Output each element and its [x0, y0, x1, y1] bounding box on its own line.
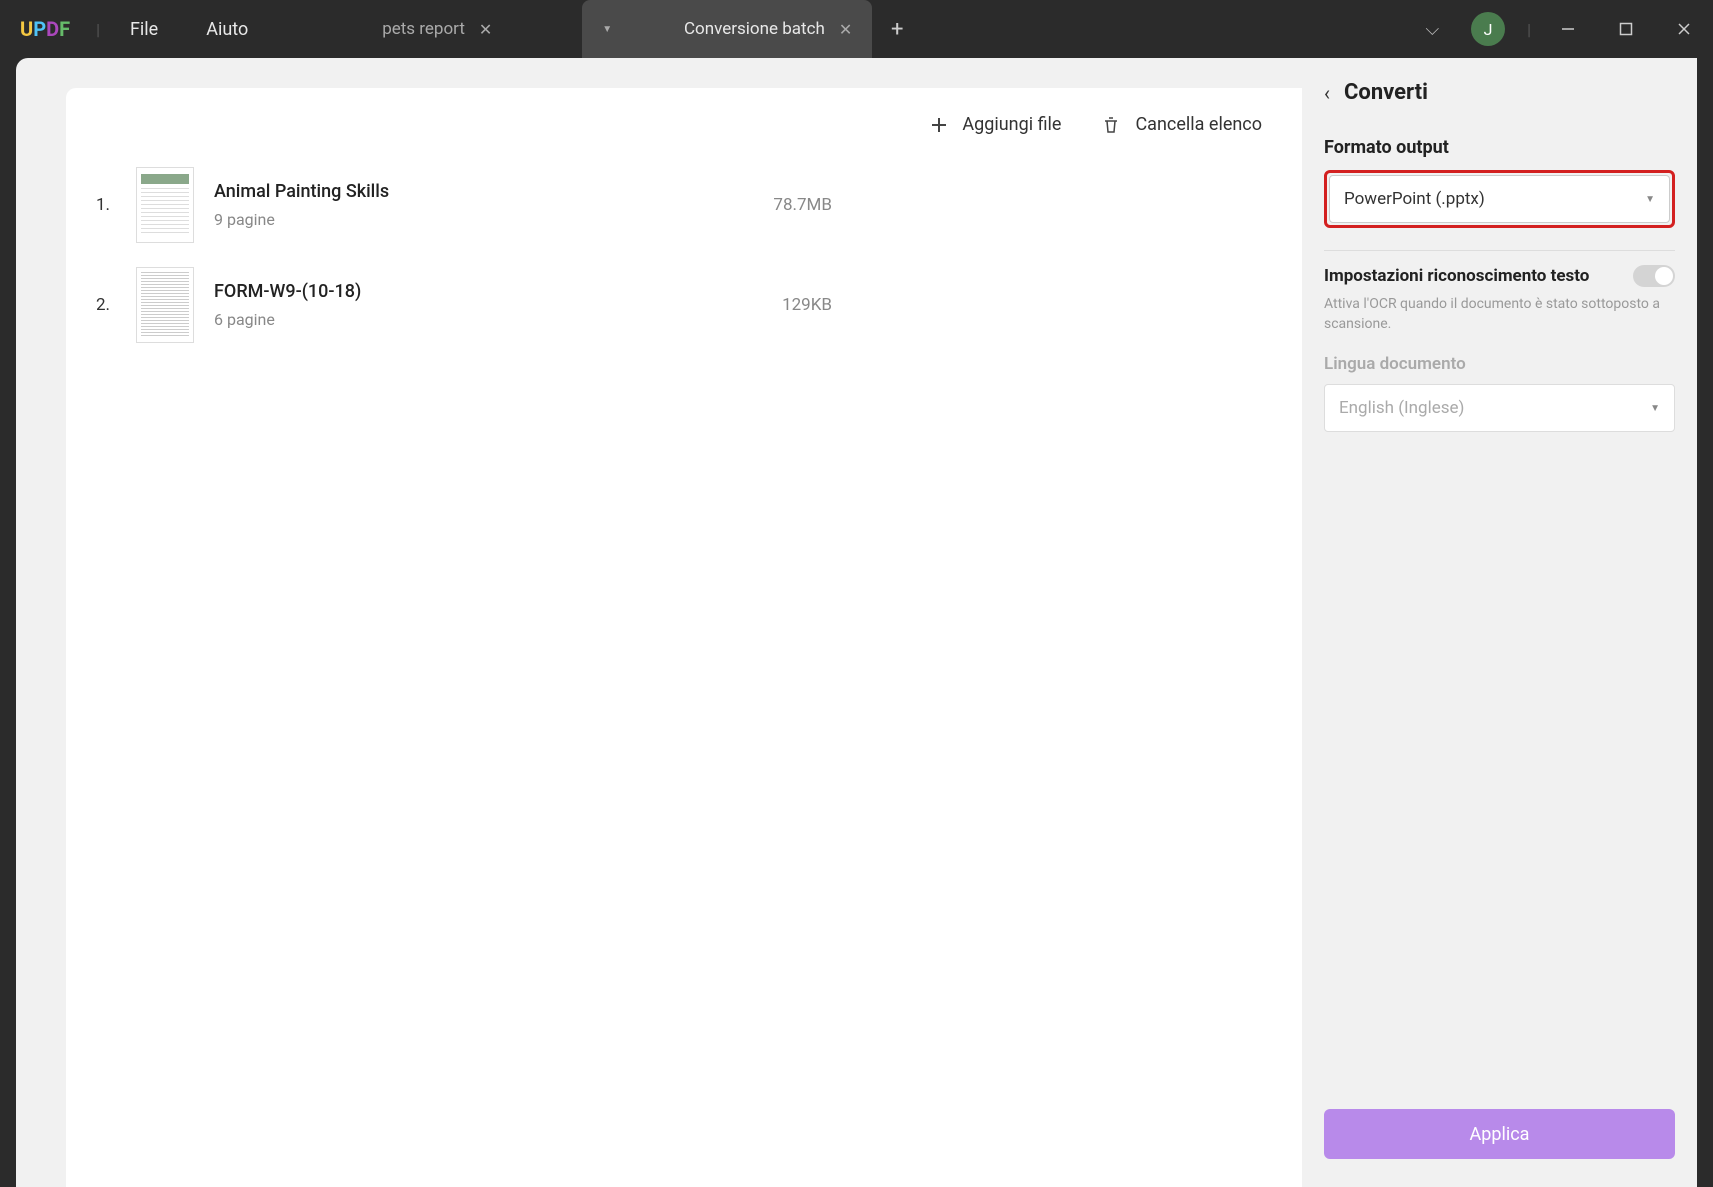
- tab-label: Conversione batch: [684, 19, 825, 39]
- file-size: 129KB: [782, 295, 1272, 315]
- add-file-button[interactable]: Aggiungi file: [930, 114, 1061, 135]
- chevron-down-icon: ▼: [1645, 194, 1655, 205]
- tab-pets-report[interactable]: pets report ✕: [292, 0, 582, 58]
- chevron-down-icon: ▼: [1650, 403, 1660, 414]
- ocr-toggle[interactable]: [1633, 265, 1675, 287]
- divider: [1324, 250, 1675, 251]
- file-index: 2.: [96, 295, 136, 315]
- file-thumbnail: [136, 267, 194, 343]
- app-logo: UPDF: [0, 17, 90, 41]
- output-format-highlight: PowerPoint (.pptx) ▼: [1324, 170, 1675, 228]
- back-icon[interactable]: ‹: [1324, 81, 1330, 105]
- close-icon[interactable]: ✕: [839, 20, 852, 39]
- menu-help[interactable]: Aiuto: [182, 19, 272, 40]
- clear-list-label: Cancella elenco: [1135, 114, 1262, 135]
- file-row[interactable]: 2. FORM-W9-(10-18) 6 pagine 129KB: [96, 255, 1272, 355]
- ocr-settings-label: Impostazioni riconoscimento testo: [1324, 266, 1589, 286]
- clear-list-button[interactable]: Cancella elenco: [1101, 114, 1262, 135]
- add-file-label: Aggiungi file: [962, 114, 1061, 135]
- panel-title: Converti: [1344, 80, 1428, 105]
- plus-icon: [930, 116, 948, 134]
- file-pages: 9 pagine: [214, 210, 389, 229]
- separator: |: [96, 20, 100, 39]
- output-format-select[interactable]: PowerPoint (.pptx) ▼: [1329, 175, 1670, 223]
- file-name: Animal Painting Skills: [214, 181, 389, 202]
- document-language-select[interactable]: English (Inglese) ▼: [1324, 384, 1675, 432]
- ocr-description: Attiva l'OCR quando il documento è stato…: [1324, 295, 1675, 334]
- trash-icon: [1101, 115, 1121, 135]
- file-list-panel: Aggiungi file Cancella elenco 1. Animal …: [66, 88, 1302, 1187]
- file-row[interactable]: 1. Animal Painting Skills 9 pagine 78.7M…: [96, 155, 1272, 255]
- output-format-value: PowerPoint (.pptx): [1344, 189, 1485, 209]
- maximize-button[interactable]: [1597, 0, 1655, 58]
- chevron-down-icon[interactable]: ⌵: [1407, 19, 1457, 40]
- new-tab-button[interactable]: +: [872, 0, 922, 58]
- minimize-button[interactable]: [1539, 0, 1597, 58]
- apply-button[interactable]: Applica: [1324, 1109, 1675, 1159]
- separator: |: [1527, 20, 1531, 39]
- output-format-label: Formato output: [1324, 137, 1675, 158]
- close-icon[interactable]: ✕: [479, 20, 492, 39]
- file-name: FORM-W9-(10-18): [214, 281, 361, 302]
- document-language-value: English (Inglese): [1339, 398, 1464, 418]
- close-button[interactable]: [1655, 0, 1713, 58]
- tab-label: pets report: [382, 19, 465, 39]
- menu-file[interactable]: File: [106, 19, 182, 40]
- user-avatar[interactable]: J: [1471, 12, 1505, 46]
- file-size: 78.7MB: [773, 195, 1272, 215]
- document-language-label: Lingua documento: [1324, 354, 1675, 374]
- file-index: 1.: [96, 195, 136, 215]
- file-thumbnail: [136, 167, 194, 243]
- tab-batch-conversion[interactable]: ▼ Conversione batch ✕: [582, 0, 872, 58]
- chevron-down-icon[interactable]: ▼: [602, 24, 612, 35]
- convert-panel: ‹ Converti Formato output PowerPoint (.p…: [1302, 58, 1697, 1187]
- file-pages: 6 pagine: [214, 310, 361, 329]
